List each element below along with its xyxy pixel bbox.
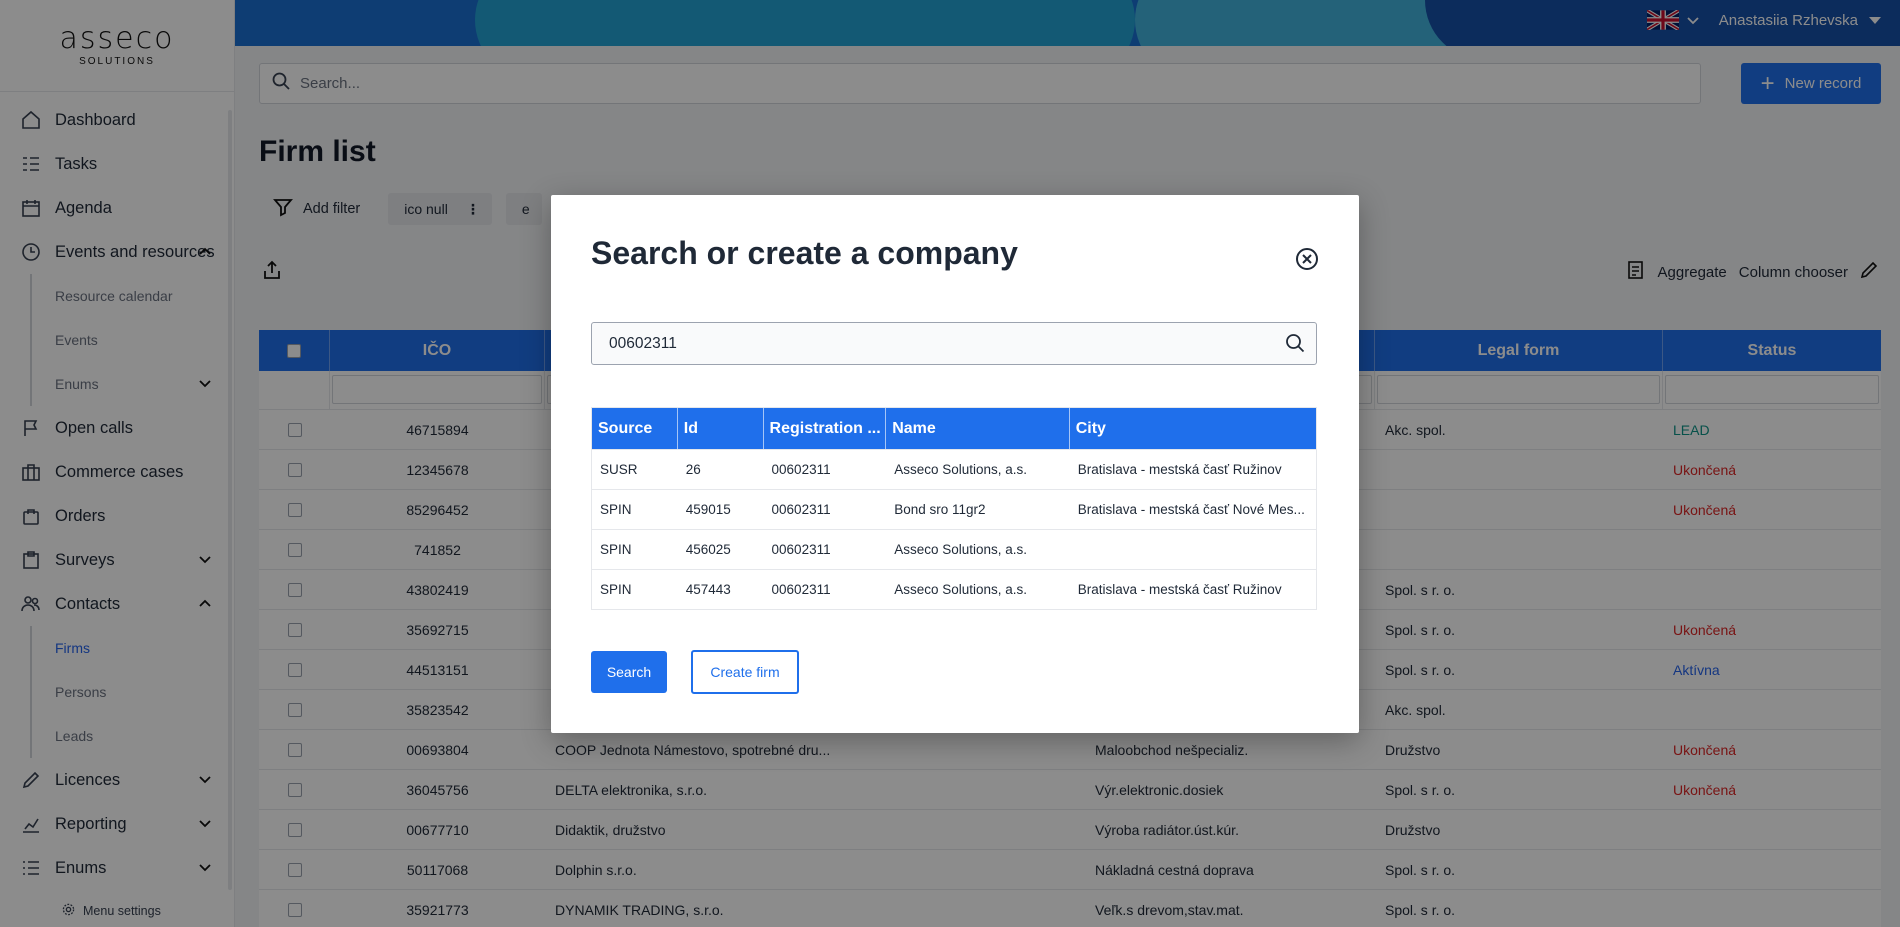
cell-registration: 00602311 (771, 542, 831, 557)
cell-source: SPIN (600, 582, 632, 597)
company-results-table: Source Id Registration ... Name City SUS… (591, 407, 1317, 610)
search-icon[interactable] (1285, 333, 1305, 358)
cell-registration: 00602311 (771, 582, 831, 597)
cell-id: 26 (685, 462, 701, 477)
cell-name: Bond sro 11gr2 (894, 502, 986, 517)
company-search-input[interactable]: 00602311 (591, 322, 1317, 365)
cell-id: 459015 (685, 502, 731, 517)
column-header-registration[interactable]: Registration ... (764, 408, 887, 449)
cell-city: Bratislava - mestská časť Ružinov (1077, 582, 1282, 597)
result-row[interactable]: SPIN 456025 00602311 Asseco Solutions, a.s. (592, 529, 1316, 569)
cell-city: Bratislava - mestská časť Nové Mes... (1077, 502, 1305, 517)
company-search-value: 00602311 (609, 334, 677, 352)
cell-source: SPIN (600, 502, 632, 517)
cell-name: Asseco Solutions, a.s. (894, 462, 1028, 477)
result-row[interactable]: SPIN 457443 00602311 Asseco Solutions, a.s.… (592, 569, 1316, 609)
cell-name: Asseco Solutions, a.s. (894, 582, 1028, 597)
cell-registration: 00602311 (771, 502, 831, 517)
cell-id: 457443 (685, 582, 731, 597)
result-row[interactable]: SUSR 26 00602311 Asseco Solutions, a.s. Brat… (592, 449, 1316, 489)
cell-registration: 00602311 (771, 462, 831, 477)
result-row[interactable]: SPIN 459015 00602311 Bond sro 11gr2 Bratisla… (592, 489, 1316, 529)
dialog-title: Search or create a company (591, 235, 1018, 271)
column-header-source[interactable]: Source (592, 408, 678, 449)
column-header-name[interactable]: Name (886, 408, 1070, 449)
search-company-dialog: Search or create a company 00602311 Sour… (551, 195, 1359, 733)
create-firm-button[interactable]: Create firm (691, 650, 799, 694)
cell-source: SPIN (600, 542, 632, 557)
column-header-city[interactable]: City (1070, 408, 1316, 449)
close-icon[interactable] (1295, 247, 1319, 271)
cell-id: 456025 (685, 542, 731, 557)
cell-city: Bratislava - mestská časť Ružinov (1077, 462, 1282, 477)
results-body: SUSR 26 00602311 Asseco Solutions, a.s. Brat… (592, 449, 1316, 609)
cell-name: Asseco Solutions, a.s. (894, 542, 1028, 557)
search-button[interactable]: Search (591, 651, 667, 693)
results-header: Source Id Registration ... Name City (592, 408, 1316, 449)
column-header-id[interactable]: Id (678, 408, 764, 449)
cell-source: SUSR (600, 462, 638, 477)
